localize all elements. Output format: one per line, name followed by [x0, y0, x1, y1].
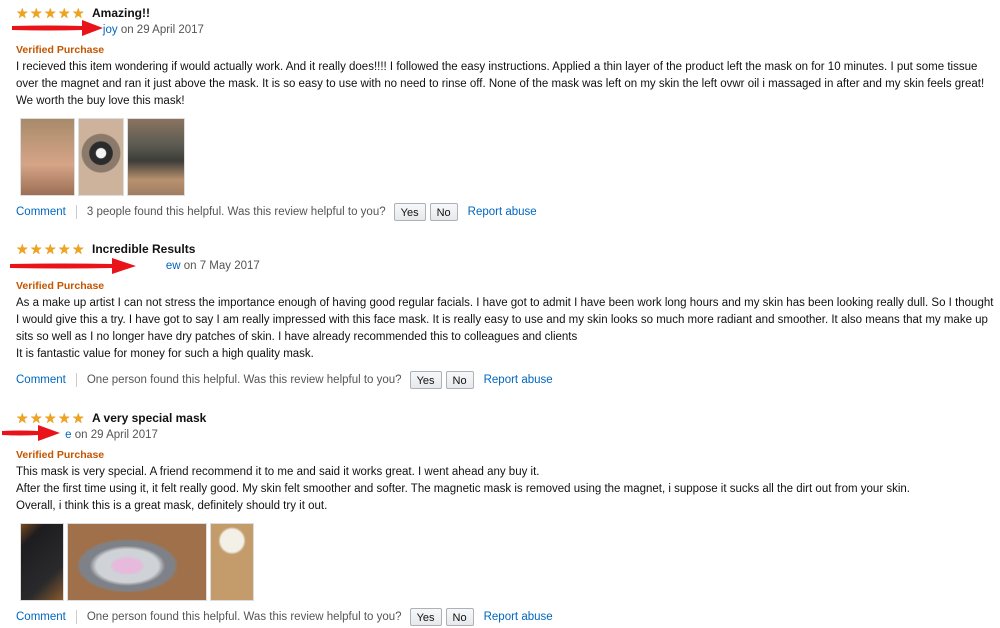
review-text: I recieved this item wondering if would … — [16, 61, 985, 107]
star-icon: ★ — [72, 410, 85, 426]
helpful-no-button[interactable]: No — [445, 608, 474, 626]
review-images — [20, 118, 185, 196]
author-link[interactable]: joy — [103, 24, 118, 36]
review-text-line: After the first time using it, it felt r… — [16, 483, 910, 495]
comment-link[interactable]: Comment — [16, 611, 66, 623]
star-icon: ★ — [30, 241, 43, 257]
review-footer: Comment One person found this helpful. W… — [16, 607, 553, 627]
author-link[interactable]: ew — [166, 260, 181, 272]
review-image-thumbnail[interactable] — [127, 118, 185, 196]
divider — [75, 610, 77, 624]
red-arrow-icon — [2, 425, 60, 441]
star-icon: ★ — [72, 241, 85, 257]
review-images — [20, 523, 254, 601]
divider — [75, 373, 77, 387]
review-text: As a make up artist I can not stress the… — [16, 295, 996, 363]
review-text-line: Overall, i think this is a great mask, d… — [16, 500, 328, 512]
report-abuse-link[interactable]: Report abuse — [484, 374, 553, 386]
helpful-no-button[interactable]: No — [429, 203, 458, 221]
review-text-line: As a make up artist I can not stress the… — [16, 297, 994, 343]
review-date: on 29 April 2017 — [120, 24, 204, 36]
review-date: on 29 April 2017 — [74, 429, 158, 441]
red-arrow-icon — [10, 258, 136, 274]
review-image-thumbnail[interactable] — [20, 523, 64, 601]
report-abuse-link[interactable]: Report abuse — [484, 611, 553, 623]
helpful-yes-button[interactable]: Yes — [409, 608, 442, 626]
helpful-count-text: One person found this helpful. Was this … — [86, 611, 402, 623]
star-icon: ★ — [58, 241, 71, 257]
review-title[interactable]: Incredible Results — [92, 242, 195, 256]
review-image-thumbnail[interactable] — [67, 523, 207, 601]
review-image-thumbnail[interactable] — [20, 118, 75, 196]
helpful-yes-button[interactable]: Yes — [393, 203, 426, 221]
review-footer: Comment 3 people found this helpful. Was… — [16, 202, 537, 222]
review-text: This mask is very special. A friend reco… — [16, 464, 996, 515]
red-arrow-icon — [12, 20, 103, 36]
review-image-thumbnail[interactable] — [210, 523, 254, 601]
report-abuse-link[interactable]: Report abuse — [468, 206, 537, 218]
review-title[interactable]: A very special mask — [92, 411, 206, 425]
star-rating[interactable]: ★ ★ ★ ★ ★ — [16, 242, 86, 256]
review-text-line: This mask is very special. A friend reco… — [16, 466, 540, 478]
divider — [75, 205, 77, 219]
review-text-line: It is fantastic value for money for such… — [16, 348, 314, 360]
comment-link[interactable]: Comment — [16, 374, 66, 386]
helpful-count-text: One person found this helpful. Was this … — [86, 374, 402, 386]
review-date: on 7 May 2017 — [183, 260, 260, 272]
review-image-thumbnail[interactable] — [78, 118, 124, 196]
star-icon: ★ — [44, 241, 57, 257]
review-footer: Comment One person found this helpful. W… — [16, 370, 553, 390]
verified-purchase-badge: Verified Purchase — [16, 44, 105, 56]
star-icon: ★ — [16, 241, 29, 257]
comment-link[interactable]: Comment — [16, 206, 66, 218]
helpful-no-button[interactable]: No — [445, 371, 474, 389]
helpful-yes-button[interactable]: Yes — [409, 371, 442, 389]
helpful-count-text: 3 people found this helpful. Was this re… — [86, 206, 386, 218]
verified-purchase-badge: Verified Purchase — [16, 449, 105, 461]
verified-purchase-badge: Verified Purchase — [16, 280, 105, 292]
